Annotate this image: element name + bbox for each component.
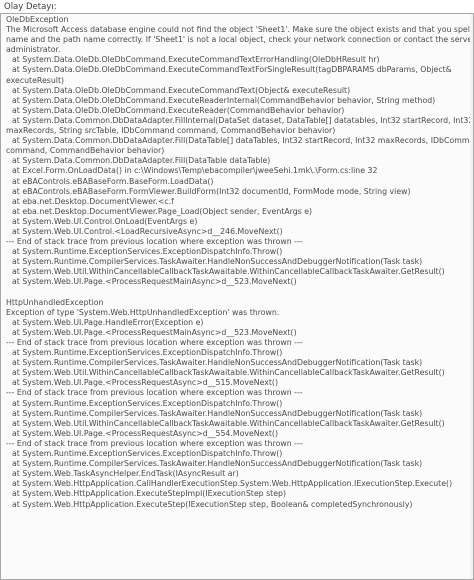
error-detail-line: at System.Runtime.CompilerServices.TaskA…	[12, 408, 423, 418]
error-detail-line: at System.Web.HttpApplication.ExecuteSte…	[12, 499, 413, 509]
error-detail-line: at System.Runtime.ExceptionServices.Exce…	[12, 398, 283, 408]
event-detail-window: Olay Detayı: OleDbException The Microsoft…	[0, 0, 474, 580]
error-detail-line: at System.Web.UI.Page.<ProcessRequestAsy…	[12, 428, 278, 438]
error-detail-line: at System.Web.UI.Page.<ProcessRequestMai…	[12, 277, 297, 287]
error-detail-line: at System.Web.Util.WithinCancellableCall…	[12, 368, 445, 378]
vertical-scrollbar[interactable]	[470, 14, 473, 579]
error-detail-line: OleDbException	[6, 15, 69, 24]
error-detail-line: at System.Web.UI.Page.HandleError(Except…	[12, 317, 204, 327]
error-detail-line: at System.Web.UI.Control.<LoadRecursiveA…	[12, 226, 283, 236]
error-detail-line: administrator.	[6, 45, 61, 55]
error-detail-line: at eBAControls.eBABaseForm.BaseForm.Load…	[12, 176, 214, 186]
error-detail-line: at System.Web.UI.Control.OnLoad(EventArg…	[12, 216, 198, 226]
error-detail-line: at System.Web.TaskAsyncHelper.EndTask(IA…	[12, 469, 239, 479]
error-detail-line: --- End of stack trace from previous loc…	[6, 237, 303, 247]
error-detail-line: executeResult)	[6, 75, 65, 85]
error-detail-line: HttpUnhandledException	[6, 297, 104, 307]
error-detail-line: at System.Web.Util.WithinCancellableCall…	[12, 418, 445, 428]
error-detail-line: at System.Data.OleDb.OleDbCommand.Execut…	[12, 95, 436, 105]
error-detail-textarea[interactable]: OleDbException The Microsoft Access datab…	[0, 13, 474, 580]
error-detail-line: name and the path name correctly. If 'Sh…	[6, 35, 474, 45]
error-detail-line: at Excel.Form.OnLoadData() in c:\Windows…	[12, 166, 378, 176]
error-detail-line: at System.Runtime.CompilerServices.TaskA…	[12, 257, 423, 267]
error-detail-line: --- End of stack trace from previous loc…	[6, 438, 303, 448]
error-detail-line: maxRecords, String srcTable, IDbCommand …	[6, 126, 336, 136]
error-detail-lines: OleDbException The Microsoft Access datab…	[1, 14, 473, 510]
error-detail-line	[6, 288, 473, 298]
error-detail-line: at System.Runtime.ExceptionServices.Exce…	[12, 449, 283, 459]
error-detail-line: at eBAControls.eBABaseForm.FormViewer.Bu…	[12, 186, 411, 196]
event-detail-title: Olay Detayı:	[4, 2, 57, 12]
error-detail-line: at System.Data.OleDb.OleDbCommand.Execut…	[12, 65, 452, 75]
error-detail-line: at System.Data.OleDb.OleDbCommand.Execut…	[12, 85, 351, 95]
error-detail-line: The Microsoft Access database engine cou…	[6, 25, 474, 35]
error-detail-line: at System.Runtime.ExceptionServices.Exce…	[12, 348, 283, 358]
error-detail-line: at System.Data.OleDb.OleDbCommand.Execut…	[12, 105, 345, 115]
error-detail-line: at System.Web.HttpApplication.CallHandle…	[12, 479, 453, 489]
error-detail-line: --- End of stack trace from previous loc…	[6, 388, 303, 398]
error-detail-line: Exception of type 'System.Web.HttpUnhand…	[6, 307, 280, 317]
error-detail-line: at System.Web.Util.WithinCancellableCall…	[12, 267, 445, 277]
error-detail-line: at eba.net.Desktop.DocumentViewer.Page_L…	[12, 206, 313, 216]
error-detail-line: at System.Data.Common.DbDataAdapter.Fill…	[12, 136, 474, 146]
error-detail-line: command, CommandBehavior behavior)	[6, 146, 165, 156]
error-detail-line: at System.Runtime.ExceptionServices.Exce…	[12, 247, 283, 257]
error-detail-line: at System.Data.OleDb.OleDbCommand.Execut…	[12, 55, 380, 65]
error-detail-line: at System.Web.UI.Page.<ProcessRequestAsy…	[12, 378, 278, 388]
error-detail-line: at System.Web.UI.Page.<ProcessRequestMai…	[12, 327, 297, 337]
error-detail-line: at System.Runtime.CompilerServices.TaskA…	[12, 459, 423, 469]
error-detail-line: at System.Data.Common.DbDataAdapter.Fill…	[12, 156, 271, 166]
error-detail-line: at eba.net.Desktop.DocumentViewer.<c.f	[12, 196, 174, 206]
error-detail-line: at System.Runtime.CompilerServices.TaskA…	[12, 358, 423, 368]
error-detail-line: --- End of stack trace from previous loc…	[6, 338, 303, 347]
error-detail-line: at System.Data.Common.DbDataAdapter.Fill…	[12, 115, 474, 125]
error-detail-line: at System.Web.HttpApplication.ExecuteSte…	[12, 489, 286, 499]
